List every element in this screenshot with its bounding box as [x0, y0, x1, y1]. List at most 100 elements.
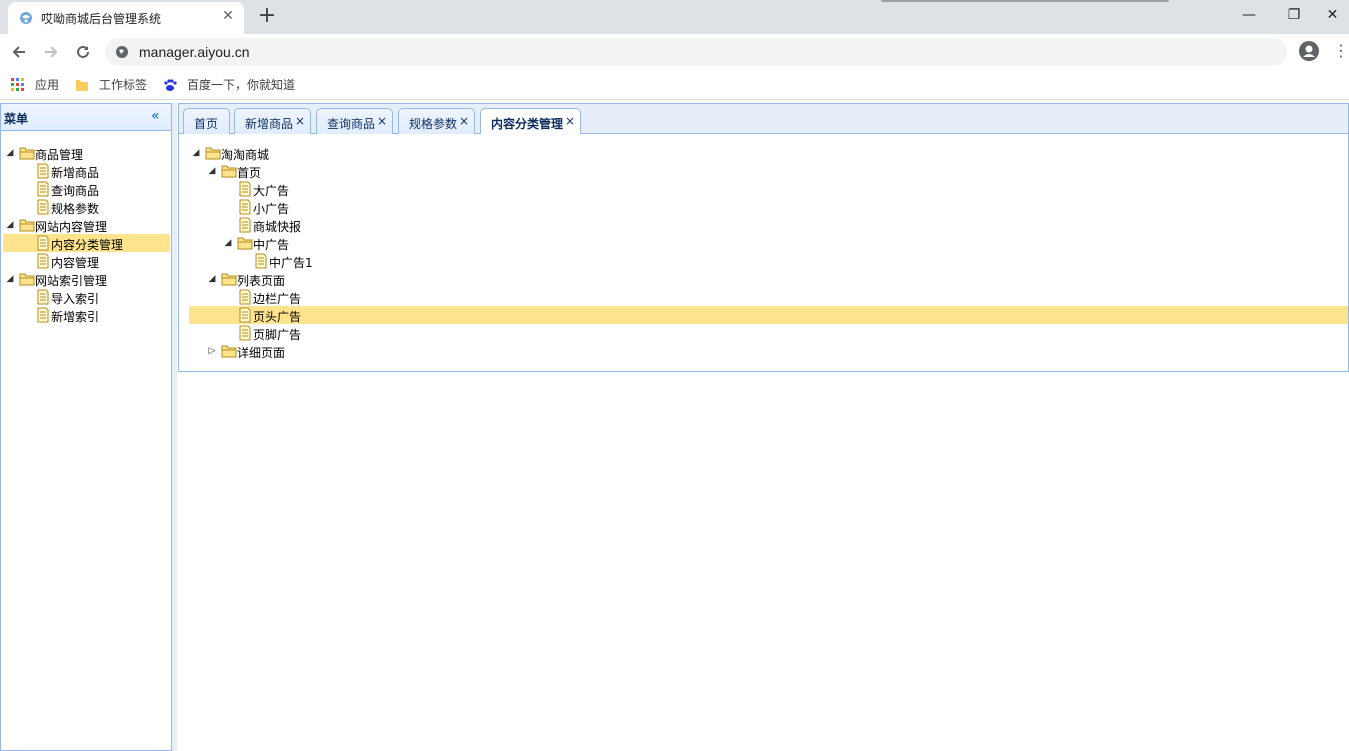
- folder-icon: [237, 237, 253, 250]
- app-layout: 菜单 « ◢ 商品管理 新增商品 查询商品 规格参数 ◢ 网站内容管理 内容分类管理 内容管理 ◢…: [0, 101, 1349, 751]
- tree-leaf-node[interactable]: 页脚广告: [189, 324, 1348, 342]
- tree-leaf-node[interactable]: 导入索引: [3, 288, 170, 306]
- bookmarks-bar: 应用 工作标签 百度一下，你就知道: [0, 70, 1349, 100]
- tree-leaf-node[interactable]: 新增商品: [3, 162, 170, 180]
- folder-icon: [19, 273, 35, 286]
- tree-node-label: 新增索引: [51, 310, 100, 324]
- tree-folder-node[interactable]: ◢ 商品管理: [3, 144, 170, 162]
- tree-leaf-node[interactable]: 新增索引: [3, 306, 170, 324]
- tab-label: 查询商品: [327, 117, 376, 131]
- tree-node-label: 首页: [237, 166, 262, 180]
- tab-add-item[interactable]: 新增商品 ×: [234, 108, 311, 134]
- tree-folder-node[interactable]: ◢ 中广告: [189, 234, 1348, 252]
- folder-icon: [205, 147, 221, 160]
- tab-content-category[interactable]: 内容分类管理 ×: [480, 108, 581, 135]
- tab-close-icon[interactable]: ×: [295, 114, 305, 128]
- tree-leaf-node[interactable]: 页头广告: [189, 306, 1348, 324]
- tree-leaf-node[interactable]: 查询商品: [3, 180, 170, 198]
- new-tab-button[interactable]: +: [256, 4, 278, 28]
- minimize-button[interactable]: —: [1226, 0, 1272, 30]
- tree-node-label: 中广告1: [269, 256, 313, 270]
- browser-tabstrip: 哎呦商城后台管理系统 ✕ + — ❐ ✕: [0, 0, 1349, 34]
- tree-collapse-icon[interactable]: ◢: [3, 272, 17, 286]
- bookmark-folder-work[interactable]: 工作标签: [75, 76, 155, 94]
- browser-menu-icon[interactable]: ⋮: [1333, 41, 1349, 61]
- tab-spec-params[interactable]: 规格参数 ×: [398, 108, 475, 134]
- tree-node-label: 小广告: [253, 202, 290, 216]
- tree-collapse-icon[interactable]: ◢: [205, 164, 219, 178]
- forward-arrow-icon: [45, 46, 58, 58]
- menu-panel-header: 菜单 «: [1, 104, 171, 131]
- folder-icon: [19, 219, 35, 232]
- content-area: 首页 新增商品 × 查询商品 × 规格参数 × 内容分类管理 × ◢ 淘淘商城 ◢ 首…: [178, 103, 1349, 751]
- tree-expand-icon[interactable]: ▷: [205, 344, 219, 358]
- tree-node-label: 内容分类管理: [51, 238, 124, 252]
- file-icon: [239, 181, 251, 197]
- tree-leaf-node[interactable]: 商城快报: [189, 216, 1348, 234]
- tree-node-label: 内容管理: [51, 256, 100, 270]
- tree-node-label: 导入索引: [51, 292, 100, 306]
- browser-toolbar: manager.aiyou.cn ⋮: [0, 34, 1349, 70]
- bookmark-baidu[interactable]: 百度一下，你就知道: [163, 76, 303, 94]
- tab-home[interactable]: 首页: [183, 108, 230, 134]
- file-icon: [239, 325, 251, 341]
- file-icon: [255, 253, 267, 269]
- tree-leaf-node[interactable]: 边栏广告: [189, 288, 1348, 306]
- tree-leaf-node[interactable]: 中广告1: [189, 252, 1348, 270]
- file-icon: [239, 289, 251, 305]
- forward-button[interactable]: [39, 40, 63, 64]
- menu-panel-title: 菜单: [4, 112, 29, 126]
- tree-collapse-icon[interactable]: ◢: [189, 146, 203, 160]
- tree-collapse-icon[interactable]: ◢: [3, 218, 17, 232]
- tree-leaf-node[interactable]: 内容管理: [3, 252, 170, 270]
- back-button[interactable]: [7, 40, 31, 64]
- file-icon: [239, 199, 251, 215]
- tree-folder-node[interactable]: ◢ 网站索引管理: [3, 270, 170, 288]
- tab-close-icon[interactable]: ×: [565, 114, 575, 128]
- file-icon: [37, 235, 49, 251]
- baidu-paw-icon: [164, 79, 177, 91]
- tree-collapse-icon[interactable]: ◢: [205, 272, 219, 286]
- tree-node-label: 新增商品: [51, 166, 100, 180]
- layout-splitter[interactable]: [172, 103, 177, 751]
- file-icon: [37, 181, 49, 197]
- tree-folder-node[interactable]: ◢ 首页: [189, 162, 1348, 180]
- tree-leaf-node[interactable]: 大广告: [189, 180, 1348, 198]
- tree-leaf-node[interactable]: 规格参数: [3, 198, 170, 216]
- tree-folder-node[interactable]: ◢ 列表页面: [189, 270, 1348, 288]
- tree-collapse-icon[interactable]: ◢: [3, 146, 17, 160]
- close-window-button[interactable]: ✕: [1316, 0, 1349, 30]
- bookmark-label: 工作标签: [99, 78, 148, 92]
- tab-close-icon[interactable]: ×: [377, 114, 387, 128]
- profile-avatar-icon[interactable]: [1299, 41, 1319, 61]
- file-icon: [37, 163, 49, 179]
- collapse-panel-icon[interactable]: «: [151, 109, 165, 123]
- tree-node-label: 页头广告: [253, 310, 302, 324]
- tree-leaf-node[interactable]: 内容分类管理: [3, 234, 170, 252]
- folder-icon: [221, 345, 237, 358]
- restore-button[interactable]: ❐: [1271, 0, 1317, 30]
- tree-folder-node[interactable]: ▷ 详细页面: [189, 342, 1348, 360]
- tree-collapse-icon[interactable]: ◢: [221, 236, 235, 250]
- reload-button[interactable]: [71, 40, 95, 64]
- tree-node-label: 查询商品: [51, 184, 100, 198]
- folder-icon: [19, 147, 35, 160]
- tab-label: 首页: [194, 117, 219, 131]
- file-icon: [37, 307, 49, 323]
- tab-query-item[interactable]: 查询商品 ×: [316, 108, 393, 134]
- tab-label: 规格参数: [409, 117, 458, 131]
- browser-tab-close-icon[interactable]: ✕: [220, 8, 236, 24]
- tab-close-icon[interactable]: ×: [459, 114, 469, 128]
- url-text: manager.aiyou.cn: [139, 44, 250, 60]
- back-arrow-icon: [12, 46, 25, 58]
- tree-node-label: 列表页面: [237, 274, 286, 288]
- tree-folder-node[interactable]: ◢ 网站内容管理: [3, 216, 170, 234]
- tabs-header: 首页 新增商品 × 查询商品 × 规格参数 × 内容分类管理 ×: [178, 103, 1349, 135]
- tree-node-label: 中广告: [253, 238, 290, 252]
- browser-tab[interactable]: 哎呦商城后台管理系统 ✕: [8, 2, 244, 34]
- tree-leaf-node[interactable]: 小广告: [189, 198, 1348, 216]
- bookmark-apps[interactable]: 应用: [11, 76, 71, 94]
- tree-folder-node[interactable]: ◢ 淘淘商城: [189, 144, 1348, 162]
- address-bar[interactable]: manager.aiyou.cn: [105, 38, 1287, 66]
- tree-node-label: 商品管理: [35, 148, 84, 162]
